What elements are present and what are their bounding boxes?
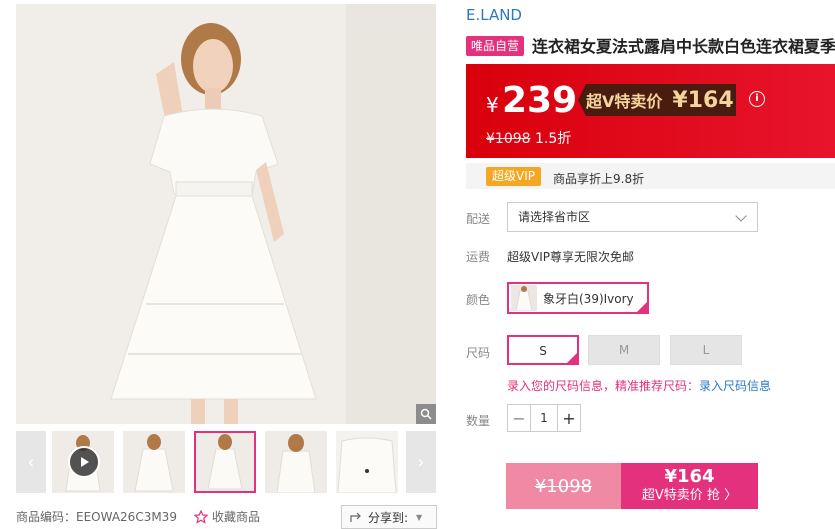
original-price: ¥1098 (486, 131, 531, 147)
color-swatch-image (511, 285, 537, 312)
color-option-ivory[interactable]: 象牙白(39)Ivory (507, 282, 649, 314)
zoom-icon[interactable] (416, 404, 436, 424)
quantity-value[interactable]: 1 (530, 405, 558, 431)
thumbnail-5[interactable] (336, 431, 398, 493)
vip-price-tag: 超V特卖价 ¥164 (578, 84, 736, 116)
self-operated-badge: 唯品自营 (466, 36, 525, 56)
product-code-label: 商品编码： (16, 510, 77, 524)
product-code-value: EEOWA26C3M39 (76, 510, 177, 524)
size-option-label: M (618, 343, 630, 357)
share-icon (350, 512, 361, 522)
region-select-value: 请选择省市区 (518, 210, 591, 224)
sale-price: 239 (502, 80, 578, 121)
thumbnail-4[interactable] (265, 431, 327, 493)
size-option-s[interactable]: S (507, 335, 579, 365)
info-icon[interactable]: i (749, 91, 765, 107)
chevron-right-icon: › (417, 451, 425, 473)
thumbnail-2[interactable] (123, 431, 185, 493)
selected-corner-check (566, 352, 578, 364)
thumbnail-next-button[interactable]: › (406, 431, 436, 493)
caret-down-icon: ▼ (416, 512, 423, 522)
main-product-image[interactable] (16, 4, 436, 424)
vip-discount-text: 商品享折上9.8折 (553, 172, 645, 186)
share-button[interactable]: 分享到: ▼ (341, 505, 437, 529)
quantity-increase-button[interactable]: + (558, 405, 580, 431)
currency-symbol: ¥ (486, 93, 499, 117)
original-price-row: ¥1098 1.5折 (486, 128, 571, 148)
favorite-button[interactable]: 收藏商品 (194, 508, 260, 525)
buy-vip-price: ¥164 (664, 466, 715, 487)
quantity-decrease-button[interactable]: − (508, 405, 530, 431)
size-option-l[interactable]: L (670, 335, 742, 365)
size-tip-text: 录入您的尺码信息，精准推荐尺码： (507, 379, 700, 393)
chevron-down-icon (735, 210, 747, 222)
quantity-stepper: − 1 + (507, 404, 581, 432)
vip-price-value: ¥164 (672, 87, 734, 113)
thumbnail-3-selected[interactable] (194, 431, 256, 493)
size-option-m[interactable]: M (588, 335, 660, 365)
color-label: 颜色 (466, 293, 491, 307)
thumbnail-prev-button[interactable]: ‹ (16, 431, 46, 493)
original-price-button[interactable]: ¥1098 (506, 463, 621, 509)
size-option-label: S (539, 344, 547, 358)
size-info-link[interactable]: 录入尺码信息 (699, 379, 771, 393)
product-code: 商品编码：EEOWA26C3M39 (16, 508, 177, 525)
discount-label: 1.5折 (535, 131, 572, 147)
delivery-label: 配送 (466, 212, 491, 226)
star-icon (194, 509, 208, 524)
product-title: 连衣裙女夏法式露肩中长款白色连衣裙夏季 (532, 37, 835, 56)
super-vip-badge: 超级VIP (486, 167, 541, 186)
region-select[interactable]: 请选择省市区 (507, 202, 758, 232)
dress-model-illustration (16, 4, 436, 424)
thumbnail-video[interactable] (52, 431, 114, 493)
quantity-label: 数量 (466, 414, 491, 428)
brand-link[interactable]: E.LAND (466, 6, 522, 24)
favorite-label: 收藏商品 (212, 510, 261, 524)
price-panel: ¥ 239 超V特卖价 ¥164 i ¥1098 1.5折 (466, 64, 835, 158)
selected-corner-check (636, 301, 648, 313)
size-option-label: L (702, 343, 710, 357)
size-label: 尺码 (466, 346, 491, 360)
shipping-text: 超级VIP尊享无限次免邮 (507, 250, 634, 264)
buy-action-label: 超V特卖价 抢 〉 (641, 488, 738, 503)
share-label: 分享到: (368, 510, 409, 525)
buy-now-button[interactable]: ¥164 超V特卖价 抢 〉 (621, 463, 758, 509)
size-tip: 录入您的尺码信息，精准推荐尺码：录入尺码信息 (507, 377, 771, 394)
shipping-label: 运费 (466, 250, 491, 264)
buy-original-price: ¥1098 (534, 475, 593, 497)
vip-price-label: 超V特卖价 (586, 92, 663, 111)
play-icon[interactable] (68, 446, 100, 478)
chevron-left-icon: ‹ (27, 451, 35, 473)
color-option-label: 象牙白(39)Ivory (543, 291, 634, 306)
